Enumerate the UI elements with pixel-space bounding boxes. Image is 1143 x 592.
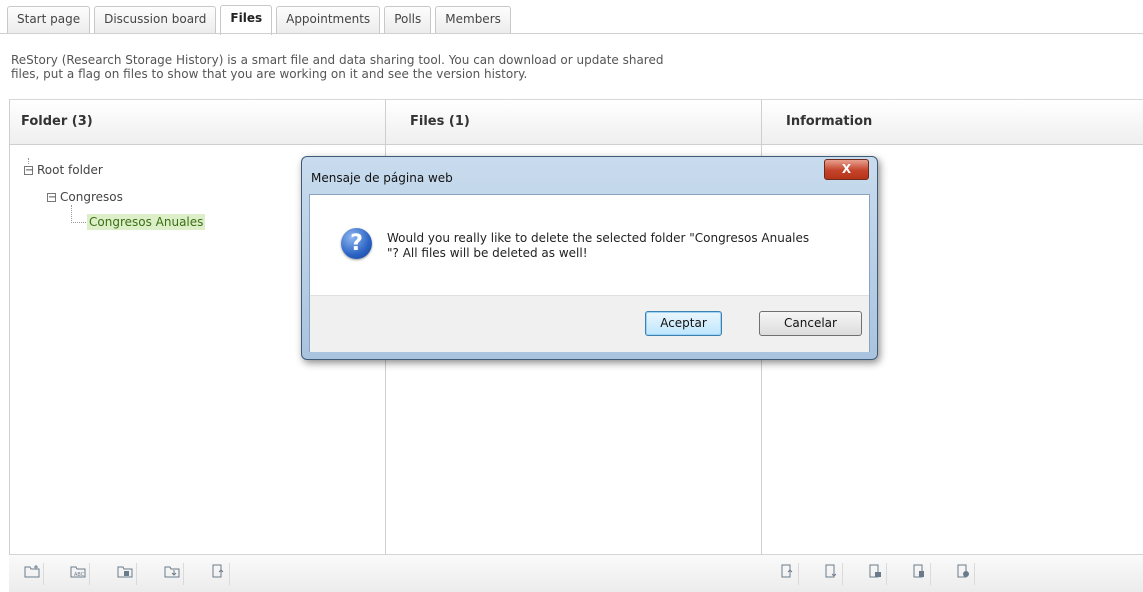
collapse-icon[interactable]: − <box>24 166 33 176</box>
intro-line-1: ReStory (Research Storage History) is a … <box>11 53 664 67</box>
dialog-message-line-2: "? All files will be deleted as well! <box>387 246 588 260</box>
dialog-body: ? Would you really like to delete the se… <box>309 194 870 352</box>
download-folder-icon[interactable] <box>161 563 184 585</box>
rename-folder-icon[interactable]: ABC <box>67 563 90 585</box>
delete-folder-icon[interactable] <box>114 563 137 585</box>
download-file-icon[interactable] <box>820 563 843 585</box>
info-toolbar <box>761 554 1143 592</box>
tree-label-root: Root folder <box>37 163 103 177</box>
tab-start-page[interactable]: Start page <box>7 6 91 33</box>
panel-border-left <box>9 99 10 592</box>
tab-divider <box>0 33 1143 34</box>
dialog-close-button[interactable]: X <box>824 159 869 180</box>
tree-line <box>71 205 86 223</box>
history-icon[interactable] <box>952 563 975 585</box>
folder-toolbar: ABC <box>9 554 385 592</box>
folder-panel-header: Folder (3) <box>9 99 385 145</box>
tab-discussion-board[interactable]: Discussion board <box>94 6 217 33</box>
tab-appointments[interactable]: Appointments <box>276 6 381 33</box>
files-panel-title: Files (1) <box>410 114 470 129</box>
tree-line <box>28 158 29 164</box>
dialog-message-line-1: Would you really like to delete the sele… <box>387 231 810 245</box>
info-panel-header: Information <box>761 99 1143 145</box>
accept-button[interactable]: Aceptar <box>645 311 722 336</box>
lock-file-icon[interactable] <box>864 563 887 585</box>
tree-node-congresos[interactable]: − Congresos <box>47 190 123 204</box>
svg-text:ABC: ABC <box>74 572 85 578</box>
dialog-message: Would you really like to delete the sele… <box>387 231 847 261</box>
tab-polls[interactable]: Polls <box>384 6 432 33</box>
files-panel-header: Files (1) <box>385 99 761 145</box>
dialog-footer: Aceptar Cancelar <box>310 295 869 352</box>
tab-files[interactable]: Files <box>220 5 273 35</box>
folder-panel-title: Folder (3) <box>21 114 93 129</box>
tab-members[interactable]: Members <box>435 6 511 33</box>
new-folder-icon[interactable] <box>21 563 44 585</box>
tree-label-congresos: Congresos <box>60 190 123 204</box>
intro-line-2: files, put a flag on files to show that … <box>11 67 528 81</box>
dialog-title: Mensaje de página web <box>311 171 453 185</box>
tree-label-selected: Congresos Anuales <box>87 214 206 230</box>
tab-bar: Start page Discussion board Files Appoin… <box>7 5 515 35</box>
files-toolbar <box>385 554 761 592</box>
upload-file-icon[interactable] <box>207 563 230 585</box>
question-icon: ? <box>341 228 372 259</box>
intro-text: ReStory (Research Storage History) is a … <box>11 53 771 81</box>
delete-file-icon[interactable] <box>908 563 931 585</box>
tree-node-root[interactable]: − Root folder <box>24 163 103 177</box>
tree-node-congresos-anuales[interactable]: Congresos Anuales <box>87 214 206 230</box>
info-panel-title: Information <box>786 114 873 129</box>
cancel-button[interactable]: Cancelar <box>759 311 862 336</box>
collapse-icon[interactable]: − <box>47 193 56 203</box>
upload-version-icon[interactable] <box>776 563 799 585</box>
confirm-dialog: Mensaje de página web X ? Would you real… <box>301 156 878 360</box>
